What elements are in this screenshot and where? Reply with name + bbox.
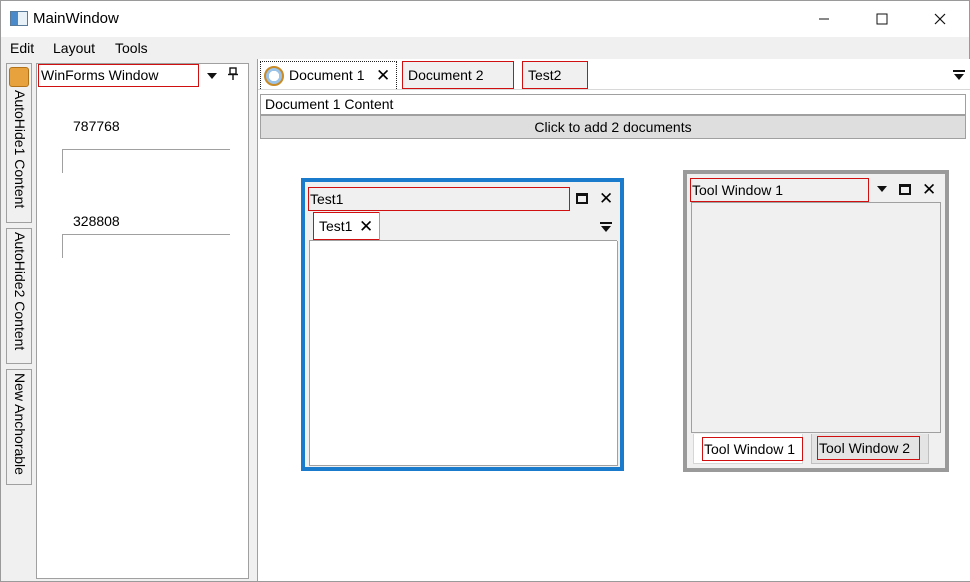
tab-tool-window-2-label: Tool Window 2 — [817, 436, 920, 460]
tab-tool-window-1[interactable]: Tool Window 1 — [693, 434, 803, 464]
floating-window-test1[interactable]: Test1 ✕ Test1 ✕ — [301, 178, 624, 471]
tab-document-2-label: Document 2 — [408, 67, 484, 83]
autohide-tab-3-label: New Anchorable — [12, 373, 28, 475]
document-gear-icon — [9, 67, 29, 87]
close-icon[interactable]: ✕ — [599, 190, 613, 207]
add-documents-button[interactable]: Click to add 2 documents — [260, 115, 966, 139]
autohide-tab-2[interactable]: AutoHide2 Content — [6, 228, 32, 364]
window-title: MainWindow — [33, 10, 119, 27]
tab-test1-label: Test1 — [319, 218, 353, 234]
menu-bar: Edit Layout Tools — [1, 37, 969, 60]
tab-tool-window-2[interactable]: Tool Window 2 — [811, 434, 929, 464]
tab-test2-label: Test2 — [528, 67, 562, 83]
winforms-panel: WinForms Window 787768 328808 — [36, 63, 249, 579]
value-label-2: 328808 — [73, 213, 120, 229]
floating-tool-window[interactable]: Tool Window 1 ✕ Tool Window 1 Tool Windo… — [683, 170, 949, 472]
close-icon[interactable]: ✕ — [922, 181, 936, 198]
document-content-label: Document 1 Content — [260, 94, 966, 115]
tab-document-1-label: Document 1 — [289, 67, 365, 83]
autohide-tab-1[interactable]: AutoHide1 Content — [6, 63, 32, 223]
tab-test1[interactable]: Test1 ✕ — [313, 212, 380, 240]
floating-window-content — [309, 241, 618, 466]
tab-document-1[interactable]: Document 1 ✕ — [260, 61, 397, 89]
main-window: MainWindow Edit Layout Tools AutoHide1 C… — [0, 0, 970, 582]
menu-layout[interactable]: Layout — [53, 40, 95, 56]
autohide-tab-1-label: AutoHide1 Content — [12, 90, 28, 209]
tab-document-2[interactable]: Document 2 — [402, 61, 514, 89]
close-icon[interactable]: ✕ — [376, 67, 390, 84]
menu-edit[interactable]: Edit — [10, 40, 34, 56]
tab-tool-window-1-label: Tool Window 1 — [702, 437, 803, 461]
maximize-button[interactable] — [859, 1, 905, 37]
dropdown-icon[interactable] — [877, 186, 887, 192]
title-bar: MainWindow — [1, 1, 969, 37]
tab-test2[interactable]: Test2 — [522, 61, 588, 89]
pin-icon[interactable] — [228, 67, 238, 84]
app-icon — [10, 11, 28, 26]
tab-strip-divider — [258, 89, 970, 90]
tool-window-title[interactable]: Tool Window 1 — [690, 178, 869, 202]
text-input-2[interactable] — [62, 234, 230, 258]
minimize-button[interactable] — [801, 1, 847, 37]
clock-document-icon — [264, 66, 284, 86]
floating-window-title[interactable]: Test1 — [308, 187, 570, 211]
text-input-1[interactable] — [62, 149, 230, 173]
panel-title[interactable]: WinForms Window — [38, 64, 199, 87]
dropdown-icon[interactable] — [207, 73, 217, 79]
maximize-icon[interactable] — [576, 193, 588, 204]
autohide-tab-3[interactable]: New Anchorable — [6, 369, 32, 485]
tab-overflow-icon[interactable] — [600, 222, 612, 234]
maximize-icon — [876, 13, 888, 25]
autohide-tab-2-label: AutoHide2 Content — [12, 232, 28, 351]
close-button[interactable] — [917, 1, 963, 37]
tool-window-content — [691, 202, 941, 433]
menu-tools[interactable]: Tools — [115, 40, 148, 56]
minimize-icon — [819, 18, 829, 20]
tab-overflow-icon[interactable] — [953, 70, 965, 82]
maximize-icon[interactable] — [899, 184, 911, 195]
close-icon — [934, 13, 946, 25]
tab-divider — [379, 212, 380, 240]
close-icon[interactable]: ✕ — [359, 218, 373, 235]
value-label-1: 787768 — [73, 118, 120, 134]
